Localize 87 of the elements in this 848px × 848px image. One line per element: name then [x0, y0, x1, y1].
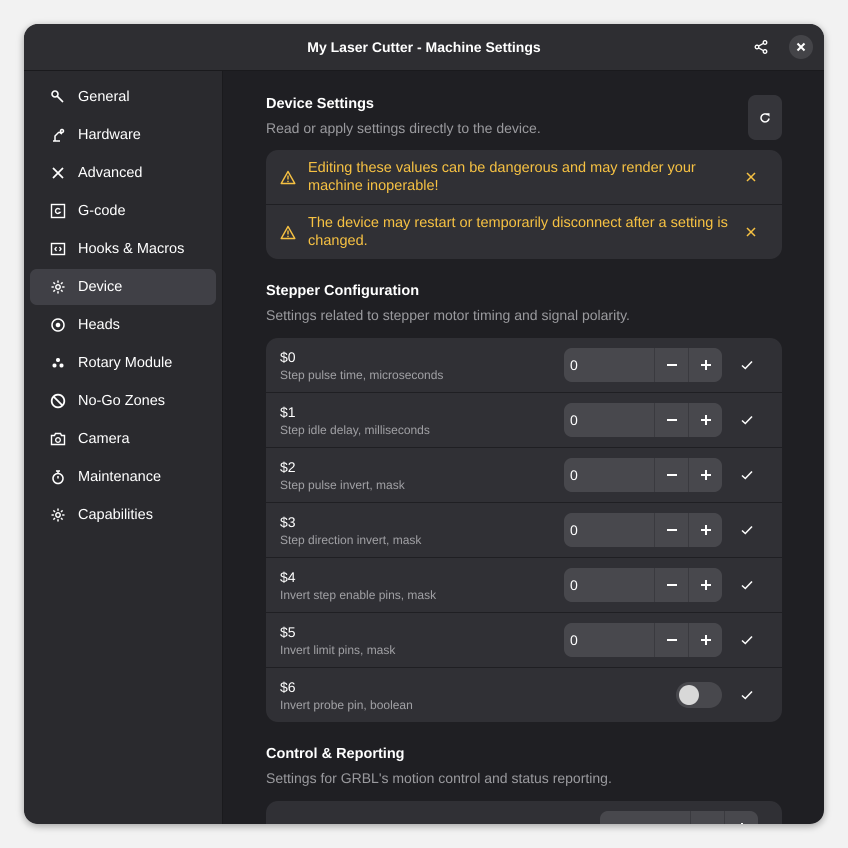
plus-icon: [700, 470, 710, 480]
plus-icon: [700, 360, 710, 370]
check-icon: [741, 415, 753, 425]
number-spinner[interactable]: 0: [564, 458, 722, 492]
section-title: Control & Reporting: [266, 746, 405, 762]
check-icon: [741, 470, 753, 480]
check-icon: [741, 525, 753, 535]
sidebar-item[interactable]: Camera: [30, 421, 216, 457]
sidebar-item[interactable]: General: [30, 79, 216, 115]
refresh-icon: [759, 112, 771, 124]
setting-description: Invert probe pin, boolean: [280, 698, 413, 712]
section-title: Stepper Configuration: [266, 283, 420, 299]
sidebar-item[interactable]: Rotary Module: [30, 345, 216, 381]
check-icon: [741, 690, 753, 700]
setting-name: $0: [280, 348, 296, 364]
minus-icon: [666, 474, 676, 476]
close-icon: [746, 227, 756, 237]
setting-name: $3: [280, 514, 296, 530]
number-spinner[interactable]: 0: [564, 348, 722, 382]
close-button[interactable]: [789, 35, 813, 59]
gear-icon: [50, 279, 66, 295]
section-subtitle: Settings for GRBL's motion control and status reporting.: [266, 770, 612, 786]
toggle-switch[interactable]: [676, 682, 722, 708]
number-field[interactable]: 0: [564, 348, 654, 382]
letter-square-icon: [50, 203, 66, 219]
warning-icon: [280, 224, 296, 240]
setting-name: $4: [280, 568, 296, 584]
sidebar-item[interactable]: Hooks & Macros: [30, 231, 216, 267]
number-spinner[interactable]: 0: [564, 403, 722, 437]
sidebar-item[interactable]: Capabilities: [30, 497, 216, 533]
window-title: My Laser Cutter - Machine Settings: [307, 39, 541, 55]
plus-icon: [700, 635, 710, 645]
dismiss-button[interactable]: [744, 225, 758, 239]
code-square-icon: [50, 241, 66, 257]
section-title: Device Settings: [266, 96, 374, 112]
setting-description: Step pulse invert, mask: [280, 478, 405, 492]
close-icon: [746, 172, 756, 182]
close-icon: [796, 42, 806, 52]
sidebar-item[interactable]: Hardware: [30, 117, 216, 153]
number-field[interactable]: 0: [564, 623, 654, 657]
number-field[interactable]: 0: [564, 458, 654, 492]
setting-description: Step pulse time, microseconds: [280, 368, 444, 382]
plus-icon: [700, 415, 710, 425]
sidebar-item[interactable]: Advanced: [30, 155, 216, 191]
section-subtitle: Read or apply settings directly to the device.: [266, 120, 541, 136]
minus-icon: [666, 364, 676, 366]
prohibited-icon: [50, 393, 66, 409]
target-icon: [50, 317, 66, 333]
setting-name: $1: [280, 404, 296, 420]
sidebar-item[interactable]: Maintenance: [30, 459, 216, 495]
sidebar-item[interactable]: No-Go Zones: [30, 383, 216, 419]
check-icon: [741, 360, 753, 370]
sidebar-item[interactable]: Heads: [30, 307, 216, 343]
plus-icon: [700, 580, 710, 590]
number-field[interactable]: 0: [564, 568, 654, 602]
check-icon: [741, 635, 753, 645]
refresh-button[interactable]: [748, 95, 782, 140]
gear-icon: [50, 507, 66, 523]
share-icon: [754, 40, 768, 54]
plus-icon: [700, 525, 710, 535]
sidebar-item[interactable]: Device: [30, 269, 216, 305]
number-spinner[interactable]: 0: [564, 513, 722, 547]
check-icon: [741, 580, 753, 590]
number-field[interactable]: 0: [564, 513, 654, 547]
section-subtitle: Settings related to stepper motor timing and signal polarity.: [266, 307, 630, 323]
setting-description: Step idle delay, milliseconds: [280, 422, 430, 436]
minus-icon: [666, 584, 676, 586]
stopwatch-icon: [50, 469, 66, 485]
minus-icon: [666, 639, 676, 641]
number-spinner[interactable]: 0: [564, 623, 722, 657]
setting-name: $5: [280, 624, 296, 640]
warning-message: The device may restart or temporarily disconnect after a setting is changed.: [308, 214, 729, 250]
setting-description: Step direction invert, mask: [280, 532, 422, 546]
setting-description: Invert step enable pins, mask: [280, 588, 436, 602]
camera-icon: [50, 431, 66, 447]
warning-icon: [280, 170, 296, 184]
number-field[interactable]: 0: [564, 403, 654, 437]
setting-name: $6: [280, 678, 296, 694]
setting-description: Invert limit pins, mask: [280, 642, 396, 656]
minus-icon: [666, 529, 676, 531]
minus-icon: [666, 419, 676, 421]
dismiss-button[interactable]: [744, 170, 758, 184]
sidebar-item[interactable]: G-code: [30, 193, 216, 229]
number-spinner[interactable]: 0: [564, 568, 722, 602]
warning-message: Editing these values can be dangerous and may render your machine inoperable!: [308, 159, 697, 195]
setting-name: $2: [280, 458, 296, 474]
wrench-icon: [50, 89, 66, 105]
